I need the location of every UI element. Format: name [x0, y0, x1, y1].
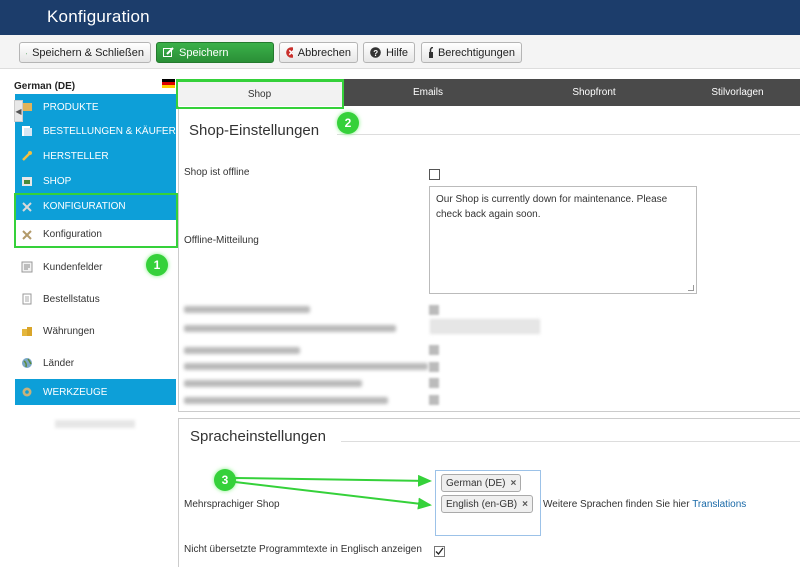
german-flag-icon	[162, 79, 175, 88]
edit-icon	[163, 47, 174, 57]
blurred-checkbox[interactable]	[429, 362, 439, 372]
save-label: Speichern	[179, 46, 229, 59]
page-title: Konfiguration	[47, 7, 150, 26]
tab-bar: Shop Emails Shopfront Stilvorlagen	[176, 79, 800, 106]
save-button[interactable]: Speichern	[156, 42, 274, 63]
save-close-button[interactable]: Speichern & Schließen	[19, 42, 151, 63]
sidebar-item-label: Währungen	[43, 325, 95, 337]
check-icon	[435, 547, 444, 555]
wrench-icon	[21, 150, 33, 162]
sidebar-item-shop[interactable]: SHOP	[15, 168, 176, 194]
sidebar-item-label: BESTELLUNGEN & KÄUFER	[43, 125, 176, 137]
untranslated-label: Nicht übersetzte Programmtexte in Englis…	[184, 544, 422, 555]
language-chip-german[interactable]: German (DE) ×	[441, 474, 522, 492]
more-languages-text: Weitere Sprachen finden Sie hier Transla…	[543, 499, 746, 510]
sidebar-item-label: Kundenfelder	[43, 261, 103, 273]
sidebar-item-waehrungen[interactable]: Währungen	[15, 318, 176, 344]
language-chip-english[interactable]: English (en-GB) ×	[441, 495, 533, 513]
sidebar-item-bestellstatus[interactable]: Bestellstatus	[15, 286, 176, 312]
lock-icon	[429, 47, 433, 58]
translations-link[interactable]: Translations	[692, 499, 746, 510]
sidebar-item-label: Bestellstatus	[43, 293, 100, 305]
shop-settings-title: Shop-Einstellungen	[189, 122, 320, 139]
shop-offline-label: Shop ist offline	[184, 167, 250, 178]
blurred-checkbox[interactable]	[429, 395, 439, 405]
tab-stilvorlagen[interactable]: Stilvorlagen	[675, 79, 800, 106]
svg-text:?: ?	[373, 49, 378, 58]
blurred-setting-label	[184, 306, 310, 313]
sidebar-item-werkzeuge[interactable]: WERKZEUGE	[15, 379, 176, 405]
user-fields-icon	[21, 261, 33, 273]
sidebar-collapse-toggle[interactable]: ◀	[14, 100, 23, 122]
shop-offline-checkbox[interactable]	[429, 169, 440, 180]
section-divider	[337, 134, 800, 135]
sidebar-item-konfiguration[interactable]: Konfiguration	[15, 221, 176, 248]
tools-icon	[21, 229, 33, 241]
blurred-checkbox[interactable]	[429, 305, 439, 315]
language-chip-label: German (DE)	[446, 477, 506, 489]
offline-message-label: Offline-Mitteilung	[184, 235, 259, 246]
annotation-badge-2: 2	[337, 112, 359, 134]
check-icon	[26, 52, 28, 55]
orders-icon	[21, 125, 33, 137]
app-header: Konfiguration	[0, 0, 800, 35]
tab-shopfront[interactable]: Shopfront	[513, 79, 675, 106]
sidebar-item-produkte[interactable]: PRODUKTE	[15, 94, 176, 120]
sidebar-item-label: HERSTELLER	[43, 150, 109, 162]
current-language: German (DE)	[14, 81, 76, 92]
globe-icon	[21, 357, 33, 369]
blurred-setting-label	[184, 397, 388, 404]
help-icon: ?	[370, 47, 381, 58]
shop-icon	[21, 175, 33, 187]
sidebar-item-label: WERKZEUGE	[43, 386, 108, 398]
remove-icon[interactable]: ×	[510, 478, 516, 489]
sidebar-item-laender[interactable]: Länder	[15, 350, 176, 376]
tab-shop[interactable]: Shop	[176, 79, 343, 106]
cancel-button[interactable]: Abbrechen	[279, 42, 358, 63]
blurred-setting-label	[184, 325, 396, 332]
resize-grip-icon[interactable]	[688, 285, 694, 291]
version-info-blurred	[55, 420, 135, 428]
sidebar-item-konfiguration-section[interactable]: KONFIGURATION	[15, 193, 176, 220]
sidebar-item-label: Konfiguration	[43, 229, 102, 240]
offline-message-text: Our Shop is currently down for maintenan…	[436, 194, 668, 220]
more-languages-label: Weitere Sprachen finden Sie hier	[543, 499, 690, 510]
sidebar-item-label: PRODUKTE	[43, 101, 99, 113]
untranslated-checkbox[interactable]	[434, 546, 445, 557]
cancel-label: Abbrechen	[297, 46, 351, 59]
save-close-label: Speichern & Schließen	[32, 46, 144, 59]
help-button[interactable]: ? Hilfe	[363, 42, 415, 63]
annotation-badge-1: 1	[146, 254, 168, 276]
tab-emails[interactable]: Emails	[343, 79, 513, 106]
multilang-label: Mehrsprachiger Shop	[184, 499, 280, 510]
tools-gear-icon	[21, 386, 33, 398]
permissions-button[interactable]: Berechtigungen	[421, 42, 522, 63]
blurred-setting-label	[184, 380, 362, 387]
cancel-icon	[286, 47, 293, 58]
blurred-checkbox[interactable]	[429, 345, 439, 355]
sidebar-item-label: Länder	[43, 357, 75, 369]
document-icon	[21, 293, 33, 305]
blurred-select[interactable]	[430, 319, 540, 334]
sidebar-item-label: KONFIGURATION	[43, 201, 126, 212]
sidebar-item-label: SHOP	[43, 175, 72, 187]
remove-icon[interactable]: ×	[522, 499, 528, 510]
permissions-label: Berechtigungen	[437, 46, 515, 59]
language-multiselect[interactable]: German (DE) × English (en-GB) ×	[435, 470, 541, 536]
sidebar-item-hersteller[interactable]: HERSTELLER	[15, 143, 176, 169]
help-label: Hilfe	[385, 46, 408, 59]
coins-icon	[21, 325, 33, 337]
sidebar-item-bestellungen[interactable]: BESTELLUNGEN & KÄUFER	[15, 118, 176, 144]
config-icon	[21, 201, 33, 213]
blurred-checkbox[interactable]	[429, 378, 439, 388]
language-chip-label: English (en-GB)	[446, 498, 518, 510]
blurred-setting-label	[184, 347, 300, 354]
section-divider	[341, 441, 800, 442]
language-settings-title: Spracheinstellungen	[190, 428, 326, 445]
offline-message-textarea[interactable]: Our Shop is currently down for maintenan…	[429, 186, 697, 294]
toolbar: Speichern & Schließen Speichern Abbreche…	[0, 35, 800, 69]
blurred-setting-label	[184, 363, 428, 370]
annotation-badge-3: 3	[214, 469, 236, 491]
